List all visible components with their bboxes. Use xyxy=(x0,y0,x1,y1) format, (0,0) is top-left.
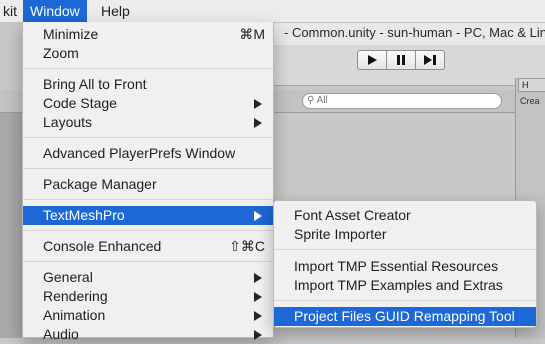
step-icon xyxy=(424,55,436,65)
submenu-arrow-icon xyxy=(254,311,262,321)
menu-item-minimize[interactable]: Minimize ⌘M xyxy=(23,25,273,44)
shortcut-label: ⌘M xyxy=(239,26,265,42)
menu-separator xyxy=(274,300,536,301)
step-button[interactable] xyxy=(415,50,445,70)
submenu-arrow-icon xyxy=(254,118,262,128)
scene-search-input[interactable]: ⚲ All xyxy=(302,93,502,109)
menubar-item-help[interactable]: Help xyxy=(101,0,130,22)
menu-item-general[interactable]: General xyxy=(23,268,273,287)
menu-bar: kit Window Help xyxy=(0,0,545,23)
menu-item-label: Audio xyxy=(43,326,79,342)
menu-item-animation[interactable]: Animation xyxy=(23,306,273,325)
menu-item-layouts[interactable]: Layouts xyxy=(23,113,273,132)
hierarchy-panel-edge xyxy=(0,112,22,338)
menu-item-guid-remapping-tool[interactable]: Project Files GUID Remapping Tool xyxy=(274,307,536,326)
menu-item-advanced-playerprefs[interactable]: Advanced PlayerPrefs Window xyxy=(23,144,273,163)
pause-button[interactable] xyxy=(386,50,416,70)
menu-separator xyxy=(23,137,273,138)
menu-separator xyxy=(23,261,273,262)
hierarchy-tab[interactable]: H xyxy=(518,78,545,92)
create-dropdown[interactable]: Crea xyxy=(520,96,540,106)
window-menu: Minimize ⌘M Zoom Bring All to Front Code… xyxy=(22,22,274,342)
playback-controls xyxy=(357,50,445,70)
menu-item-label: Console Enhanced xyxy=(43,238,162,254)
menu-item-label: TextMeshPro xyxy=(43,207,125,223)
menu-item-label: Package Manager xyxy=(43,176,157,192)
menubar-item-window[interactable]: Window xyxy=(23,0,87,22)
play-button[interactable] xyxy=(357,50,387,70)
menu-item-package-manager[interactable]: Package Manager xyxy=(23,175,273,194)
menu-item-sprite-importer[interactable]: Sprite Importer xyxy=(274,225,536,244)
menubar-item-kit[interactable]: kit xyxy=(0,0,21,22)
menu-item-import-tmp-essentials[interactable]: Import TMP Essential Resources xyxy=(274,257,536,276)
pause-icon xyxy=(397,55,405,65)
menu-item-label: Import TMP Examples and Extras xyxy=(294,277,503,293)
submenu-arrow-icon xyxy=(254,330,262,340)
menu-separator xyxy=(23,168,273,169)
menu-item-bring-all-to-front[interactable]: Bring All to Front xyxy=(23,75,273,94)
textmeshpro-submenu: Font Asset Creator Sprite Importer Impor… xyxy=(273,200,537,328)
submenu-arrow-icon xyxy=(254,273,262,283)
play-icon xyxy=(368,55,377,65)
menu-item-import-tmp-examples[interactable]: Import TMP Examples and Extras xyxy=(274,276,536,295)
menu-item-label: Import TMP Essential Resources xyxy=(294,258,499,274)
shortcut-label: ⇧⌘C xyxy=(229,238,265,254)
menu-item-label: Font Asset Creator xyxy=(294,207,411,223)
unity-title-bar: - Common.unity - sun-human - PC, Mac & L… xyxy=(270,23,545,45)
menu-separator xyxy=(274,249,536,250)
menu-item-label: Project Files GUID Remapping Tool xyxy=(294,308,515,324)
menu-item-label: Layouts xyxy=(43,114,93,130)
menu-separator xyxy=(23,68,273,69)
window-title: - Common.unity - sun-human - PC, Mac & L… xyxy=(284,25,545,40)
menu-item-console-enhanced[interactable]: Console Enhanced ⇧⌘C xyxy=(23,237,273,256)
menu-separator xyxy=(23,230,273,231)
submenu-arrow-icon xyxy=(254,292,262,302)
menu-item-label: Bring All to Front xyxy=(43,76,147,92)
submenu-arrow-icon xyxy=(254,211,262,221)
menu-item-label: Animation xyxy=(43,307,106,323)
menu-item-label: Sprite Importer xyxy=(294,226,387,242)
menu-item-zoom[interactable]: Zoom xyxy=(23,44,273,63)
submenu-arrow-icon xyxy=(254,99,262,109)
search-placeholder: All xyxy=(316,95,328,106)
menu-separator xyxy=(23,199,273,200)
search-icon: ⚲ xyxy=(307,95,315,106)
menu-item-rendering[interactable]: Rendering xyxy=(23,287,273,306)
menu-item-textmeshpro[interactable]: TextMeshPro xyxy=(23,206,273,225)
menu-item-label: Code Stage xyxy=(43,95,117,111)
unity-toolbar xyxy=(270,45,545,86)
menu-item-code-stage[interactable]: Code Stage xyxy=(23,94,273,113)
menu-item-label: Advanced PlayerPrefs Window xyxy=(43,145,236,161)
menu-item-label: Minimize xyxy=(43,26,99,42)
menu-item-label: General xyxy=(43,269,93,285)
menu-item-font-asset-creator[interactable]: Font Asset Creator xyxy=(274,206,536,225)
menu-item-label: Zoom xyxy=(43,45,79,61)
menu-item-audio[interactable]: Audio xyxy=(23,325,273,344)
menu-item-label: Rendering xyxy=(43,288,108,304)
